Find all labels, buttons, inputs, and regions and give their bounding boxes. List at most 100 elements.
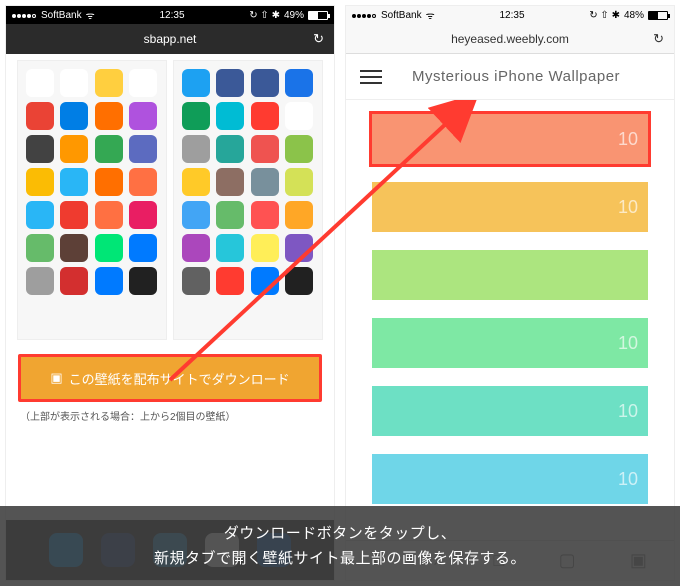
carrier-label: SoftBank [41, 10, 82, 21]
app-icon [95, 168, 123, 196]
site-header: Mysterious iPhone Wallpaper [346, 54, 674, 100]
app-icon [95, 69, 123, 97]
app-icon [216, 201, 244, 229]
wallpaper-previews [12, 60, 328, 340]
app-icon [95, 267, 123, 295]
status-bar: SoftBank ᯤ 12:35 ↻ ⇧ ✱ 49% [6, 6, 334, 24]
app-icon [216, 267, 244, 295]
app-icon [60, 135, 88, 163]
battery-pct: 48% [624, 10, 644, 21]
app-icon [26, 201, 54, 229]
clock: 12:35 [159, 10, 184, 21]
address-bar[interactable]: sbapp.net ↻ [6, 24, 334, 54]
wallpaper-swatch[interactable]: 10 [372, 182, 648, 232]
app-icon [26, 135, 54, 163]
wifi-icon: ᯤ [86, 8, 95, 22]
app-icon [251, 168, 279, 196]
wallpaper-swatch[interactable]: 10 [372, 318, 648, 368]
app-icon [26, 102, 54, 130]
app-icon [182, 69, 210, 97]
wallpaper-swatch[interactable]: 10 [372, 386, 648, 436]
app-icon [129, 135, 157, 163]
battery-pct: 49% [284, 10, 304, 21]
app-icon [60, 102, 88, 130]
homescreen-preview-2 [173, 60, 323, 340]
app-icon [216, 168, 244, 196]
download-note: （上部が表示される場合：上から2個目の壁紙） [20, 408, 320, 423]
wallpaper-swatch[interactable] [372, 250, 648, 300]
app-icon [182, 102, 210, 130]
app-icon [26, 234, 54, 262]
signal-dots-icon [12, 10, 37, 21]
app-icon [60, 69, 88, 97]
app-icon [182, 234, 210, 262]
app-icon [251, 234, 279, 262]
app-icon [285, 69, 313, 97]
instruction-caption: ダウンロードボタンをタップし、 新規タブで開く壁紙サイト最上部の画像を保存する。 [0, 506, 680, 586]
status-bar: SoftBank ᯤ 12:35 ↻ ⇧ ✱ 48% [346, 6, 674, 24]
app-icon [182, 168, 210, 196]
app-icon [129, 267, 157, 295]
app-icon [285, 168, 313, 196]
app-icon [60, 168, 88, 196]
app-icon [285, 234, 313, 262]
caption-line-2: 新規タブで開く壁紙サイト最上部の画像を保存する。 [154, 546, 526, 572]
url-text: heyeased.weebly.com [451, 32, 569, 46]
download-button[interactable]: ▣ この壁紙を配布サイトでダウンロード [18, 354, 322, 402]
wallpaper-swatch-list: 10 10 10 10 10 [346, 100, 674, 518]
url-text: sbapp.net [144, 32, 197, 46]
app-icon [95, 102, 123, 130]
app-icon [26, 69, 54, 97]
app-icon [251, 201, 279, 229]
app-icon [216, 234, 244, 262]
wifi-icon: ᯤ [426, 8, 435, 22]
app-icon [182, 135, 210, 163]
app-icon [26, 168, 54, 196]
app-icon [251, 135, 279, 163]
wallpaper-swatch[interactable]: 10 [372, 114, 648, 164]
app-icon [95, 234, 123, 262]
app-icon [182, 267, 210, 295]
app-icon [95, 135, 123, 163]
app-icon [129, 168, 157, 196]
download-icon: ▣ [50, 370, 62, 386]
phone-left: SoftBank ᯤ 12:35 ↻ ⇧ ✱ 49% sbapp.net ↻ ▣… [5, 5, 335, 581]
signal-dots-icon [352, 10, 377, 21]
homescreen-preview-1 [17, 60, 167, 340]
app-icon [129, 102, 157, 130]
app-icon [129, 69, 157, 97]
download-label: この壁紙を配布サイトでダウンロード [69, 369, 290, 388]
app-icon [251, 267, 279, 295]
status-icons: ↻ ⇧ ✱ [589, 10, 620, 21]
app-icon [60, 234, 88, 262]
app-icon [60, 201, 88, 229]
app-icon [182, 201, 210, 229]
phone-right: SoftBank ᯤ 12:35 ↻ ⇧ ✱ 48% heyeased.weeb… [345, 5, 675, 581]
reload-icon[interactable]: ↻ [653, 31, 664, 47]
app-icon [60, 267, 88, 295]
app-icon [26, 267, 54, 295]
hamburger-icon[interactable] [360, 70, 382, 84]
app-icon [251, 69, 279, 97]
app-icon [285, 135, 313, 163]
page-title: Mysterious iPhone Wallpaper [412, 68, 620, 85]
app-icon [95, 201, 123, 229]
address-bar[interactable]: heyeased.weebly.com ↻ [346, 24, 674, 54]
app-icon [216, 135, 244, 163]
app-icon [216, 69, 244, 97]
app-icon [285, 102, 313, 130]
clock: 12:35 [499, 10, 524, 21]
app-icon [285, 267, 313, 295]
battery-icon [308, 11, 328, 20]
app-icon [251, 102, 279, 130]
carrier-label: SoftBank [381, 10, 422, 21]
status-icons: ↻ ⇧ ✱ [249, 10, 280, 21]
battery-icon [648, 11, 668, 20]
app-icon [216, 102, 244, 130]
wallpaper-swatch[interactable]: 10 [372, 454, 648, 504]
app-icon [129, 234, 157, 262]
caption-line-1: ダウンロードボタンをタップし、 [224, 521, 457, 547]
app-icon [129, 201, 157, 229]
reload-icon[interactable]: ↻ [313, 31, 324, 47]
app-icon [285, 201, 313, 229]
